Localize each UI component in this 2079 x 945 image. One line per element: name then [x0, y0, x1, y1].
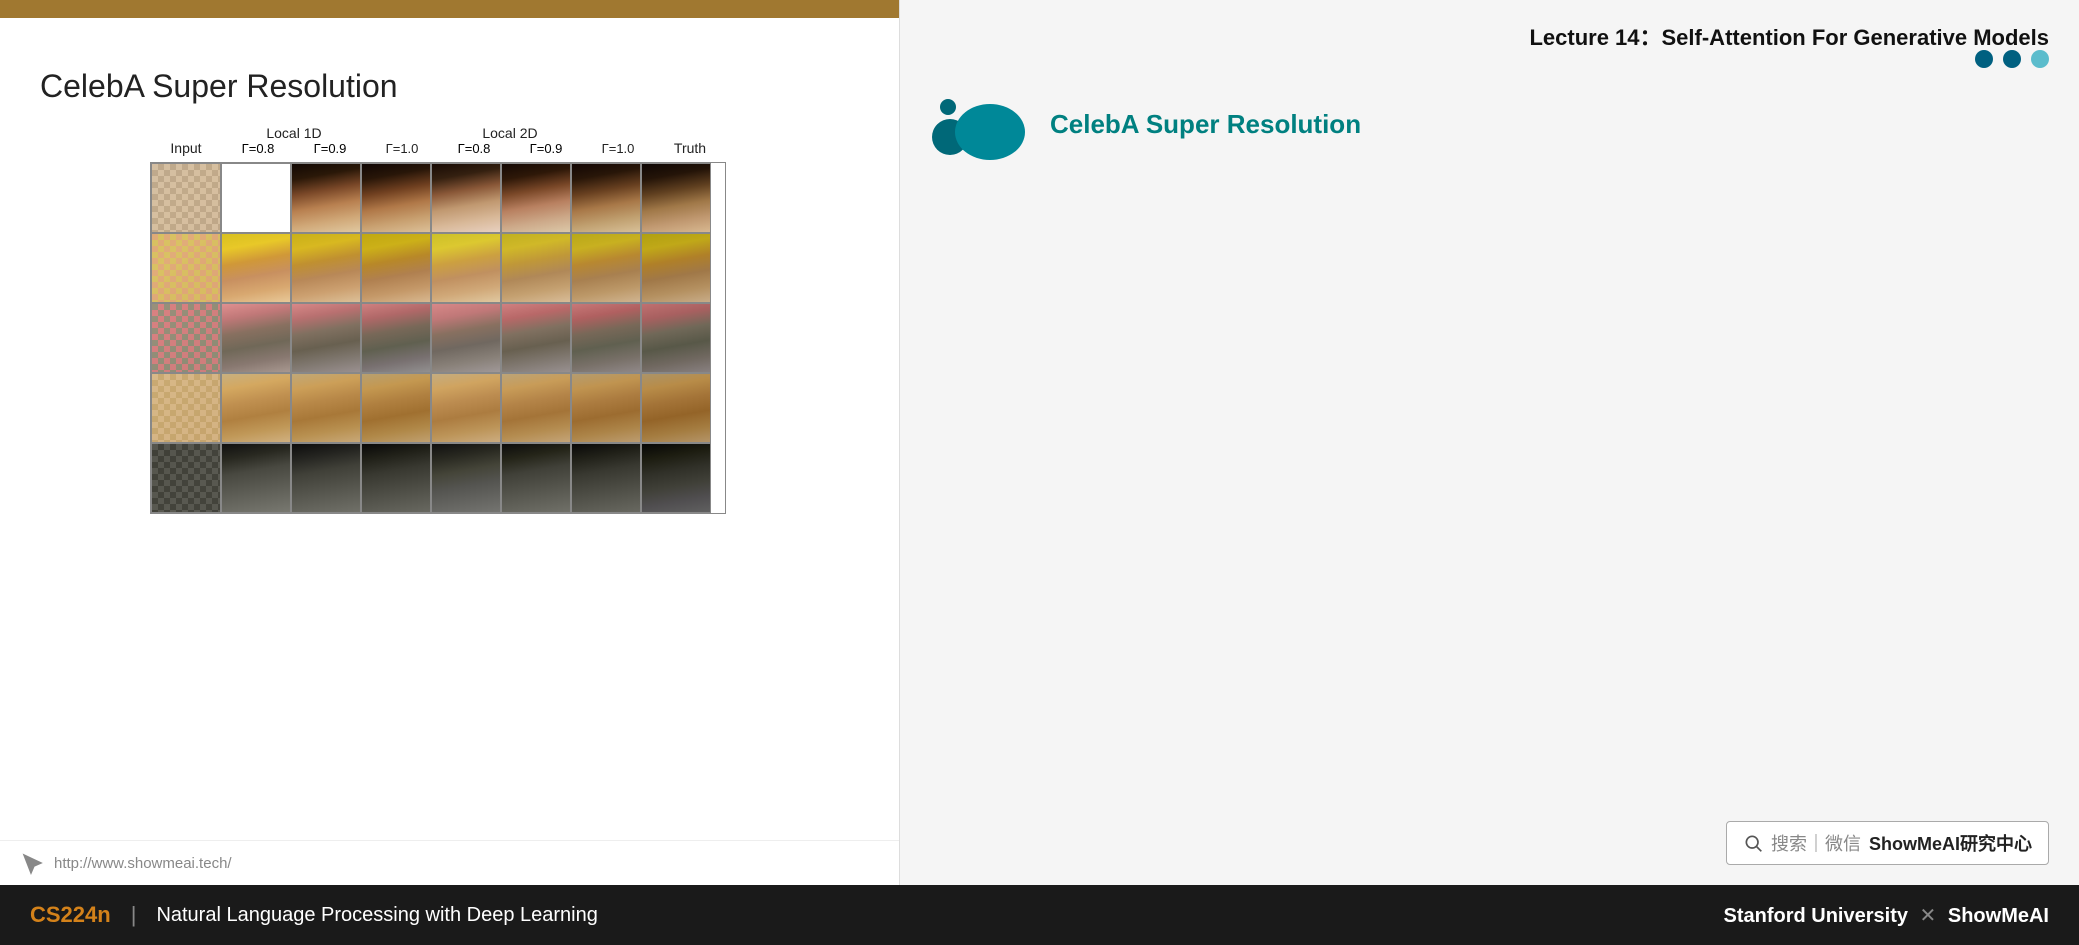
face-cell-5-3: [361, 443, 431, 513]
col-header-local2d-3: Γ=1.0: [582, 141, 654, 156]
face-cell-1-6: [571, 163, 641, 233]
col-header-local1d-3: Γ=1.0: [366, 141, 438, 156]
nav-dots: [1975, 50, 2049, 68]
cursor-icon: [20, 851, 44, 875]
table-row: [151, 443, 725, 513]
table-row: [151, 163, 725, 233]
face-cell-1-0: [151, 163, 221, 233]
face-cell-3-7: [641, 303, 711, 373]
face-cell-2-1: [221, 233, 291, 303]
slide-top-bar: [0, 0, 899, 18]
nav-dot-1[interactable]: [1975, 50, 1993, 68]
face-cell-2-6: [571, 233, 641, 303]
column-headers: Input Local 1D Γ=0.8 Γ=0.9 Γ=1.0 Local 2…: [150, 125, 859, 156]
face-cell-5-0: [151, 443, 221, 513]
bottom-right: Stanford University ✕ ShowMeAI: [1724, 903, 2050, 928]
face-cell-3-1: [221, 303, 291, 373]
face-cell-4-4: [431, 373, 501, 443]
grid-area: Input Local 1D Γ=0.8 Γ=0.9 Γ=1.0 Local 2…: [150, 125, 859, 514]
image-grid: [150, 162, 726, 514]
showmeai-brand: ShowMeAI: [1948, 905, 2049, 927]
face-cell-4-1: [221, 373, 291, 443]
slide-preview: CelebA Super Resolution: [930, 82, 2049, 162]
slide-panel: CelebA Super Resolution Input Local 1D Γ…: [0, 0, 900, 885]
face-cell-5-6: [571, 443, 641, 513]
face-cell-4-3: [361, 373, 431, 443]
face-cell-5-2: [291, 443, 361, 513]
col-header-truth: Truth: [654, 140, 726, 156]
face-cell-5-4: [431, 443, 501, 513]
face-cell-2-4: [431, 233, 501, 303]
nav-dot-2[interactable]: [2003, 50, 2021, 68]
face-cell-1-2: [291, 163, 361, 233]
lecture-title: Lecture 14：Self-Attention For Generative…: [930, 20, 2049, 52]
course-code: CS224n: [30, 902, 111, 928]
slide-title: CelebA Super Resolution: [40, 68, 859, 105]
face-cell-2-0: [151, 233, 221, 303]
bottom-left: CS224n | Natural Language Processing wit…: [30, 902, 598, 928]
search-brand-text: ShowMeAI研究中心: [1869, 830, 2032, 856]
face-cell-5-5: [501, 443, 571, 513]
stanford-text: Stanford University: [1724, 905, 1908, 927]
slide-footer: http://www.showmeai.tech/: [0, 840, 899, 885]
face-cell-3-5: [501, 303, 571, 373]
nav-dot-3[interactable]: [2031, 50, 2049, 68]
face-cell-3-4: [431, 303, 501, 373]
col-header-local2d: Local 2D Γ=0.8 Γ=0.9: [438, 125, 582, 156]
face-cell-1-7: [641, 163, 711, 233]
face-cell-4-5: [501, 373, 571, 443]
face-cell-1-3: [361, 163, 431, 233]
footer-url: http://www.showmeai.tech/: [54, 855, 232, 872]
face-cell-2-7: [641, 233, 711, 303]
search-divider: 搜索｜微信: [1771, 830, 1861, 856]
face-cell-4-2: [291, 373, 361, 443]
face-cell-3-2: [291, 303, 361, 373]
face-cell-1-1: [221, 163, 291, 233]
face-cell-2-5: [501, 233, 571, 303]
face-cell-4-7: [641, 373, 711, 443]
face-cell-4-6: [571, 373, 641, 443]
right-panel: Lecture 14：Self-Attention For Generative…: [900, 0, 2079, 885]
course-name: Natural Language Processing with Deep Le…: [156, 904, 597, 927]
face-cell-1-4: [431, 163, 501, 233]
face-cell-4-0: [151, 373, 221, 443]
face-cell-5-7: [641, 443, 711, 513]
pipe-separator: |: [131, 902, 137, 928]
face-cell-2-2: [291, 233, 361, 303]
face-cell-5-1: [221, 443, 291, 513]
search-bar[interactable]: 搜索｜微信 ShowMeAI研究中心: [1726, 821, 2049, 865]
col-header-input: Input: [150, 140, 222, 156]
face-cell-3-3: [361, 303, 431, 373]
face-cell-3-0: [151, 303, 221, 373]
wave-icon: [930, 82, 1030, 162]
search-icon: [1743, 833, 1763, 853]
table-row: [151, 233, 725, 303]
table-row: [151, 373, 725, 443]
bottom-bar: CS224n | Natural Language Processing wit…: [0, 885, 2079, 945]
slide-preview-title: CelebA Super Resolution: [1050, 109, 1361, 140]
x-separator: ✕: [1920, 905, 1942, 927]
face-cell-2-3: [361, 233, 431, 303]
face-cell-3-6: [571, 303, 641, 373]
col-header-local1d: Local 1D Γ=0.8 Γ=0.9: [222, 125, 366, 156]
table-row: [151, 303, 725, 373]
face-cell-1-5: [501, 163, 571, 233]
